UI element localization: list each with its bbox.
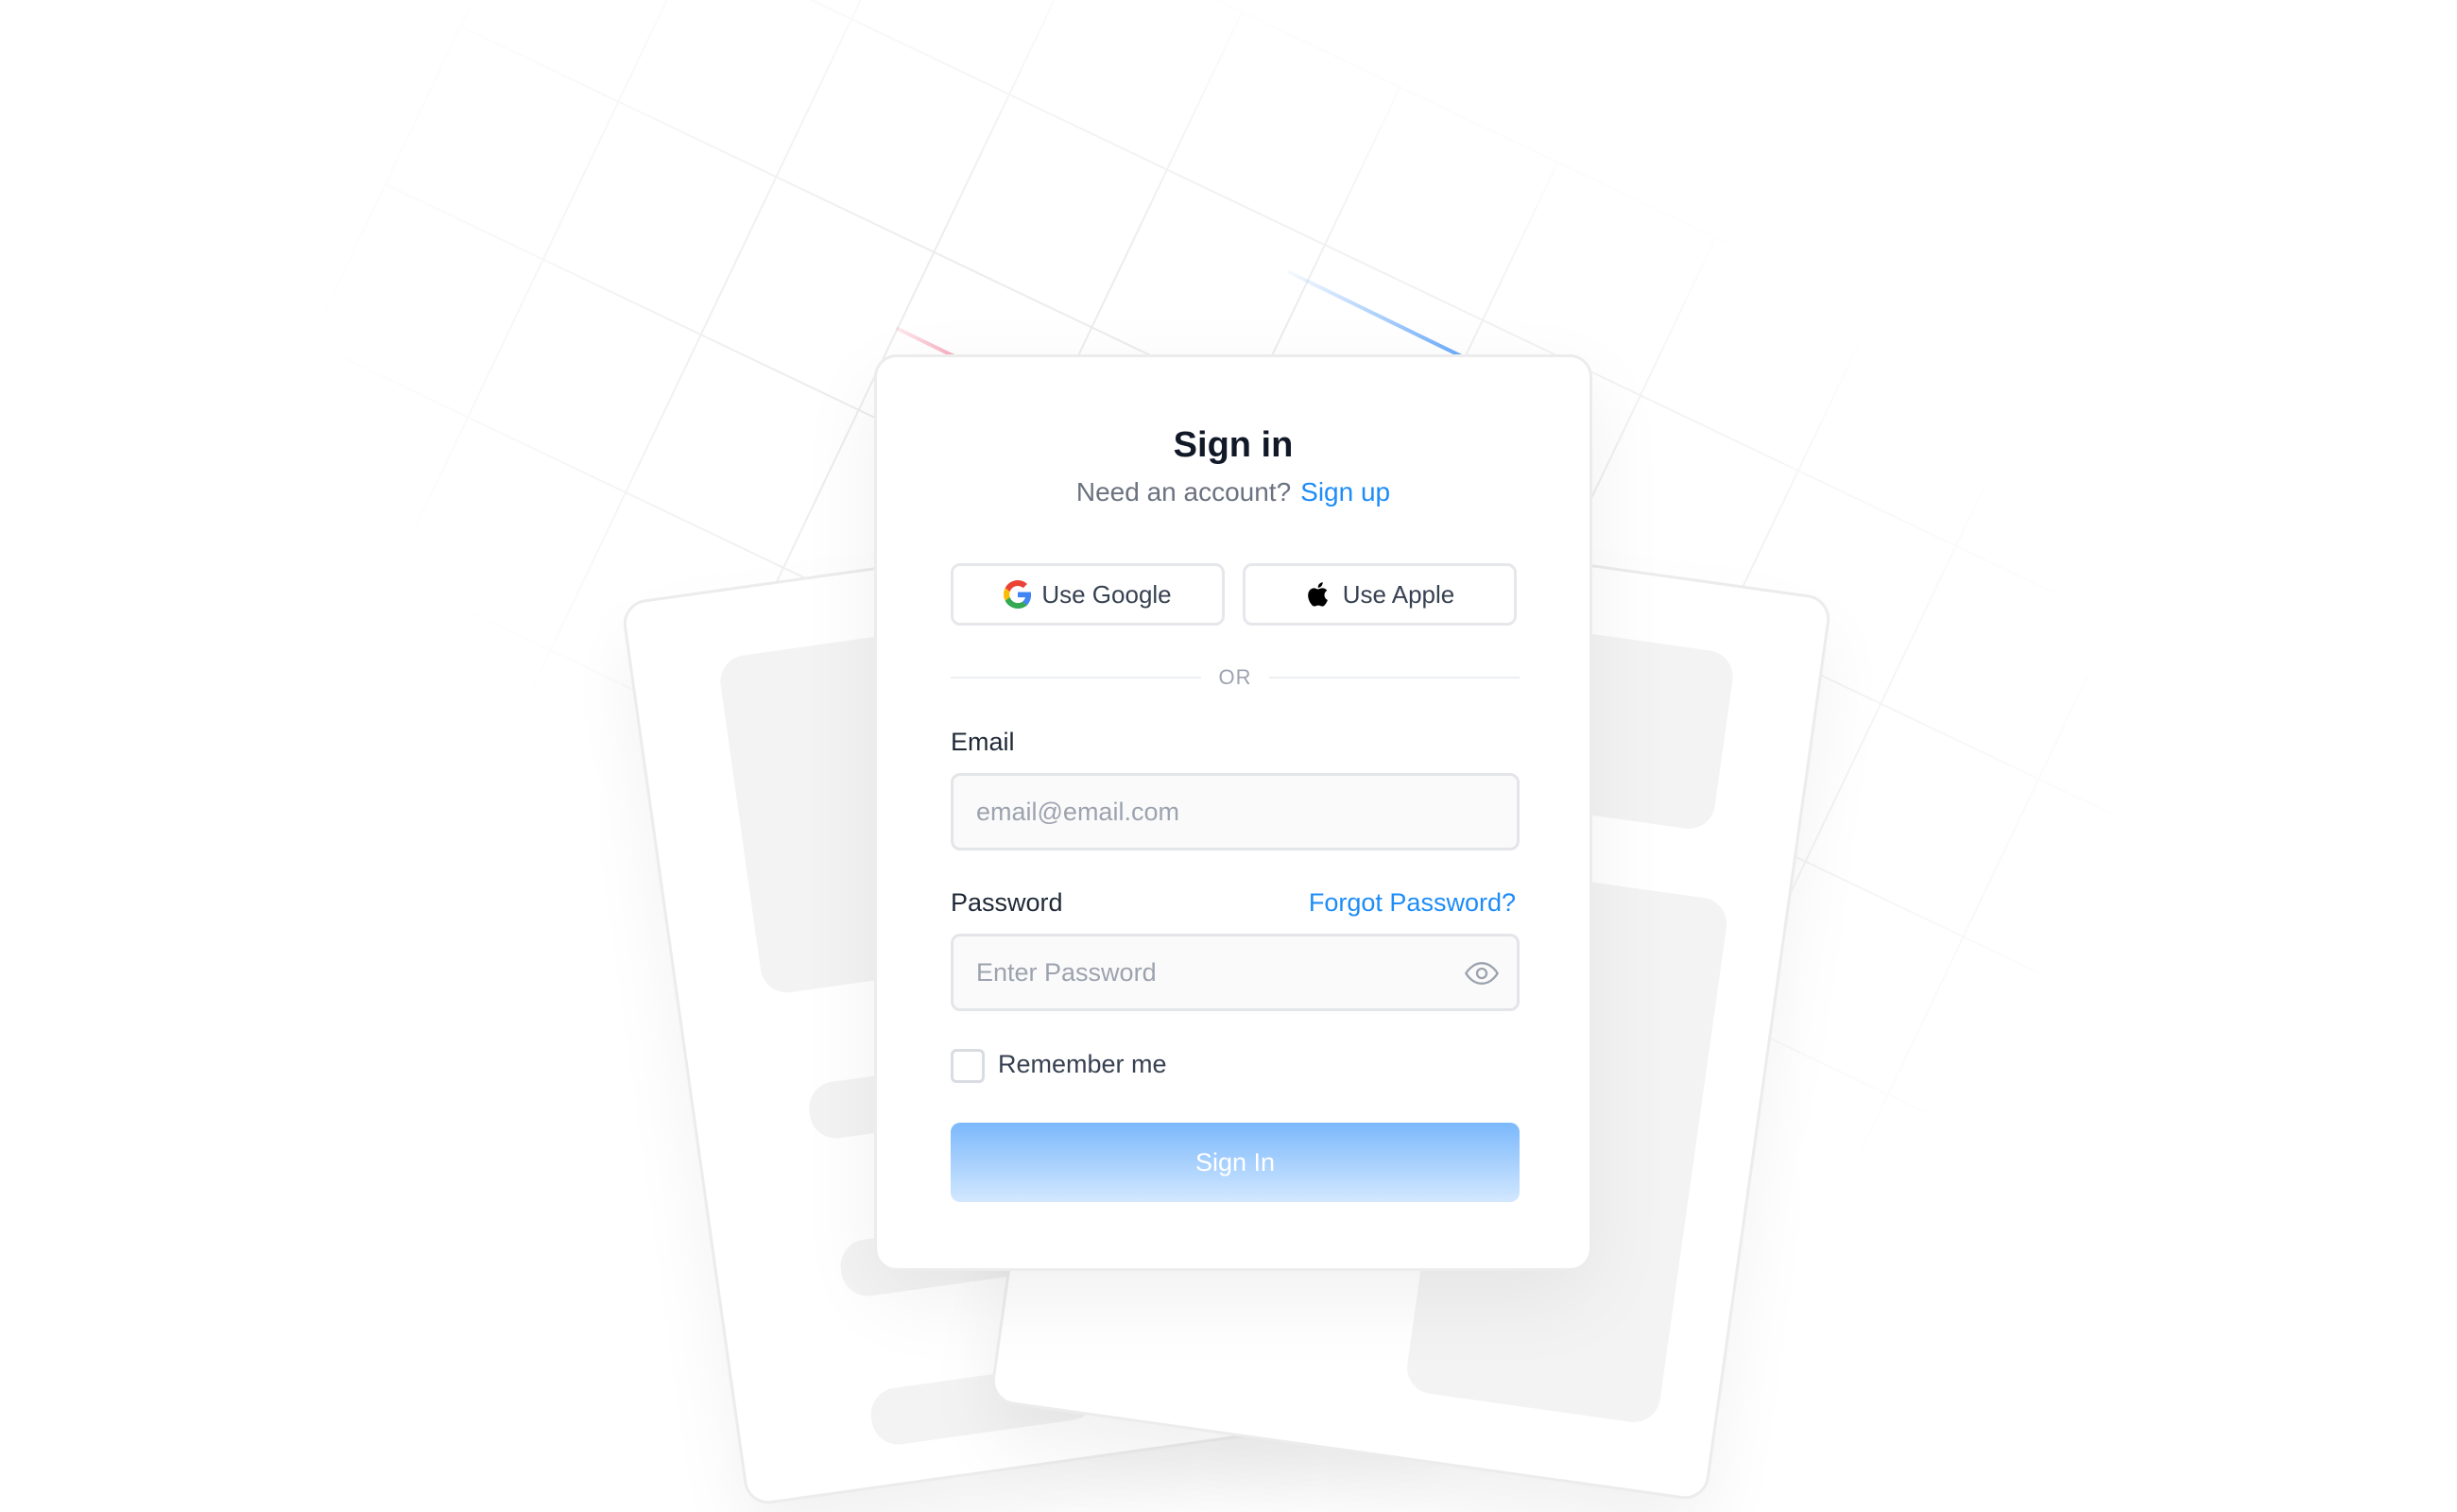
apple-icon (1305, 580, 1333, 609)
divider-line-right (1269, 677, 1520, 679)
divider-or: OR (1218, 665, 1252, 689)
divider-line-left (951, 677, 1201, 679)
page-background: Sign in Need an account? Sign up Use Goog… (0, 0, 2457, 1512)
sign-in-card: Sign in Need an account? Sign up Use Goog… (874, 354, 1592, 1271)
password-field[interactable] (951, 934, 1520, 1011)
remember-me-checkbox[interactable] (951, 1049, 985, 1083)
google-button-label: Use Google (1041, 579, 1172, 609)
apple-button-label: Use Apple (1342, 579, 1455, 609)
signup-prompt-text: Need an account? (1075, 477, 1292, 507)
remember-me-label[interactable]: Remember me (998, 1050, 1167, 1079)
sign-in-button[interactable]: Sign In (951, 1123, 1520, 1202)
forgot-password-link[interactable]: Forgot Password? (1309, 888, 1516, 918)
email-field[interactable] (951, 773, 1520, 850)
apple-sign-in-button[interactable]: Use Apple (1243, 563, 1517, 626)
eye-icon[interactable] (1463, 954, 1501, 992)
email-label: Email (951, 728, 1015, 756)
page-title: Sign in (1173, 425, 1294, 465)
sign-up-link[interactable]: Sign up (1300, 477, 1390, 507)
google-sign-in-button[interactable]: Use Google (951, 563, 1225, 626)
password-label: Password (951, 888, 1063, 917)
signup-prompt: Need an account? Sign up (877, 477, 1589, 507)
google-icon (1004, 580, 1032, 609)
